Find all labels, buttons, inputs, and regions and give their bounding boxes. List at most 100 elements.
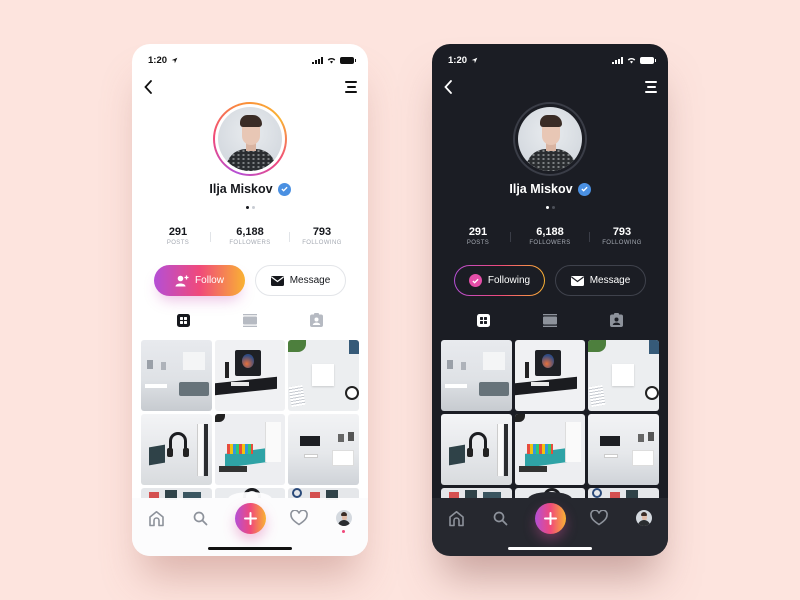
photo-airpods-flatlay[interactable] — [588, 340, 659, 411]
home-indicator — [508, 547, 592, 550]
photo-office-tv[interactable] — [588, 414, 659, 485]
chevron-left-icon — [444, 80, 452, 94]
back-button[interactable] — [440, 78, 456, 96]
tab-feed[interactable] — [242, 312, 258, 328]
avatar-photo — [518, 107, 582, 171]
divider — [589, 232, 590, 242]
stat-followers[interactable]: 6,188 FOLLOWERS — [520, 226, 580, 246]
message-button[interactable]: Message — [555, 265, 646, 296]
tagged-person-icon — [610, 313, 624, 327]
search-icon — [193, 511, 207, 525]
back-button[interactable] — [140, 78, 156, 96]
plus-icon — [244, 512, 257, 525]
tabbar-activity[interactable] — [589, 508, 609, 528]
photo-desk-teal[interactable] — [214, 414, 286, 485]
avatar-icon — [336, 510, 352, 526]
tabbar-profile[interactable] — [634, 508, 654, 528]
photo-living-room[interactable] — [141, 340, 212, 411]
status-time: 1:20 — [448, 54, 468, 66]
menu-button[interactable] — [344, 80, 358, 94]
stat-posts[interactable]: 291 POSTS — [448, 226, 508, 246]
check-circle-icon — [468, 274, 482, 287]
profile-tabs — [432, 312, 668, 328]
home-icon — [148, 510, 164, 526]
tabbar-home[interactable] — [446, 508, 466, 528]
avatar-photo — [218, 107, 282, 171]
envelope-icon — [570, 275, 584, 286]
tabbar-search[interactable] — [190, 508, 210, 528]
tabbar-activity[interactable] — [289, 508, 309, 528]
home-indicator — [208, 547, 292, 550]
status-time: 1:20 — [148, 54, 168, 66]
grid-icon — [176, 313, 190, 327]
menu-icon — [345, 81, 357, 83]
location-arrow-icon — [171, 57, 178, 63]
tab-grid[interactable] — [175, 312, 191, 328]
stat-following[interactable]: 793 FOLLOWING — [292, 226, 352, 246]
tabbar-search[interactable] — [490, 508, 510, 528]
message-button[interactable]: Message — [255, 265, 346, 296]
verified-badge-icon — [577, 182, 591, 196]
phone-dark: 1:20 Ilja Miskov 291 POSTS 6,188 FOLLOWE… — [432, 44, 668, 556]
photo-office-tv[interactable] — [288, 414, 359, 485]
add-post-button[interactable] — [535, 503, 566, 534]
photo-desk-monitor[interactable] — [514, 340, 586, 411]
bottom-tab-bar — [432, 492, 668, 556]
follow-button[interactable]: Follow — [154, 265, 245, 296]
menu-button[interactable] — [644, 80, 658, 94]
search-icon — [493, 511, 507, 525]
status-bar: 1:20 — [148, 53, 356, 67]
notification-dot — [342, 530, 345, 533]
tabbar-profile[interactable] — [334, 508, 354, 533]
wifi-icon — [627, 57, 636, 63]
location-arrow-icon — [471, 57, 478, 63]
list-view-icon — [242, 313, 257, 327]
tab-tagged[interactable] — [309, 312, 325, 328]
tab-grid[interactable] — [475, 312, 491, 328]
tagged-person-icon — [310, 313, 324, 327]
following-button[interactable]: Following — [454, 265, 545, 296]
photo-desk-monitor[interactable] — [214, 340, 286, 411]
stat-posts[interactable]: 291 POSTS — [148, 226, 208, 246]
profile-name: Ilja Miskov — [209, 182, 273, 196]
tab-tagged[interactable] — [609, 312, 625, 328]
stat-following[interactable]: 793 FOLLOWING — [592, 226, 652, 246]
divider — [210, 232, 211, 242]
divider — [510, 232, 511, 242]
page-indicator[interactable] — [432, 206, 668, 209]
photo-headphones-shelf[interactable] — [441, 414, 512, 485]
status-bar: 1:20 — [448, 53, 656, 67]
photo-airpods-flatlay[interactable] — [288, 340, 359, 411]
profile-stats: 291 POSTS 6,188 FOLLOWERS 793 FOLLOWING — [432, 226, 668, 246]
wifi-icon — [327, 57, 336, 63]
heart-icon — [290, 510, 308, 526]
heart-icon — [590, 510, 608, 526]
avatar-icon — [636, 510, 652, 526]
verified-badge-icon — [277, 182, 291, 196]
add-post-button[interactable] — [235, 503, 266, 534]
page-indicator[interactable] — [132, 206, 368, 209]
battery-icon — [640, 56, 656, 64]
profile-avatar[interactable] — [213, 102, 287, 176]
photo-desk-teal[interactable] — [514, 414, 586, 485]
profile-tabs — [132, 312, 368, 328]
list-view-icon — [542, 313, 557, 327]
menu-icon — [645, 81, 657, 83]
battery-icon — [340, 56, 356, 64]
envelope-icon — [270, 275, 284, 286]
add-user-icon — [175, 275, 189, 286]
divider — [289, 232, 290, 242]
tab-feed[interactable] — [542, 312, 558, 328]
stat-followers[interactable]: 6,188 FOLLOWERS — [220, 226, 280, 246]
photo-headphones-shelf[interactable] — [141, 414, 212, 485]
plus-icon — [544, 512, 557, 525]
home-icon — [448, 510, 464, 526]
cellular-signal-icon — [612, 56, 623, 64]
cellular-signal-icon — [312, 56, 323, 64]
profile-name: Ilja Miskov — [509, 182, 573, 196]
photo-living-room[interactable] — [441, 340, 512, 411]
grid-icon — [476, 313, 490, 327]
profile-avatar[interactable] — [513, 102, 587, 176]
bottom-tab-bar — [132, 492, 368, 556]
tabbar-home[interactable] — [146, 508, 166, 528]
